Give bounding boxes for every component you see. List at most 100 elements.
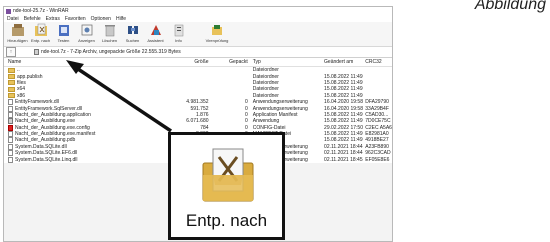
info-button[interactable]: Info xyxy=(167,23,190,43)
file-crc32: C2EC A5A6 xyxy=(365,124,392,131)
file-type: Application Manifest xyxy=(252,111,298,118)
column-modified[interactable]: Geändert am xyxy=(324,59,363,65)
info-icon xyxy=(174,24,183,37)
window-title: nde-tool-25.7z - WinRAR xyxy=(13,8,69,14)
file-modified: 02.11.2021 18:44 xyxy=(324,150,363,157)
file-modified: 15.08.2022 11:49 xyxy=(324,131,363,138)
test-button[interactable]: Testen xyxy=(52,23,75,43)
find-button[interactable]: Suchen xyxy=(121,23,144,43)
file-name-cell: Nacht_der_Ausbildung.exe xyxy=(4,118,167,125)
file-name: files xyxy=(17,79,26,86)
file-size: 4.981.352 xyxy=(186,99,209,106)
column-crc32[interactable]: CRC32 xyxy=(363,59,392,65)
file-packed: 0 xyxy=(244,99,248,106)
file-name: Nacht_der_Ausbildung.exe xyxy=(15,118,76,125)
file-name: Nacht_der_Ausbildung.exe.config xyxy=(15,124,90,131)
wizard-icon xyxy=(150,25,161,35)
file-row[interactable]: Nacht_der_Ausbildung.exe 6.071.680 0 Anwend… xyxy=(4,118,392,125)
view-button[interactable]: Anzeigen xyxy=(75,23,98,43)
file-name-cell: .. xyxy=(4,67,167,73)
wizard-button[interactable]: Assistent xyxy=(144,23,167,43)
file-icon xyxy=(8,131,13,138)
file-name: EntityFramework.SqlServer.dll xyxy=(15,105,82,112)
folder-icon xyxy=(8,93,15,99)
file-icon xyxy=(8,150,13,157)
extract-to-icon-large xyxy=(202,148,254,202)
file-crc32: 7D0CE75C xyxy=(365,118,391,125)
file-packed: 0 xyxy=(244,111,248,118)
file-name-cell: System.Data.SQLite.dll xyxy=(4,143,167,150)
file-name-cell: x64 xyxy=(4,86,167,92)
menu-item-file[interactable]: Datei xyxy=(7,16,19,22)
column-type[interactable]: Typ xyxy=(248,59,324,65)
virus-scan-button[interactable]: Virenprüfung xyxy=(202,23,232,43)
file-row[interactable]: Nacht_der_Ausbildung.application 1.876 0 Ap… xyxy=(4,111,392,119)
file-name: Nacht_der_Ausbildung.application xyxy=(15,111,91,118)
file-row[interactable]: EntityFramework.SqlServer.dll 591.752 0 Anw… xyxy=(4,105,392,112)
file-modified: 16.04.2020 19:58 xyxy=(324,99,363,106)
title-bar: nde-tool-25.7z - WinRAR xyxy=(4,7,392,15)
add-archive-icon xyxy=(11,24,24,36)
menu-item-commands[interactable]: Befehle xyxy=(24,16,41,22)
folder-icon xyxy=(8,74,15,80)
file-type: Dateiordner xyxy=(252,79,279,86)
file-crc32: 33A29B4F xyxy=(365,105,389,112)
file-crc32: 962C3CAD xyxy=(365,150,391,157)
menu-item-favorites[interactable]: Favoriten xyxy=(65,16,86,22)
app-icon xyxy=(6,8,11,14)
delete-icon xyxy=(104,25,115,37)
figure-caption: Abbildung xyxy=(474,0,546,13)
virus-scan-icon xyxy=(212,25,222,35)
address-bar: ↑ nde-tool.7z - 7-Zip Archiv, ungepackte… xyxy=(4,47,392,58)
file-type: Dateiordner xyxy=(252,86,279,93)
delete-button[interactable]: Löschen xyxy=(98,23,121,43)
file-modified: 29.02.2022 17:50 xyxy=(324,124,363,131)
up-folder-button[interactable]: ↑ xyxy=(6,47,16,57)
file-name-cell: Nacht_der_Ausbildung.application xyxy=(4,111,167,118)
file-type: Dateiordner xyxy=(252,73,279,80)
find-icon xyxy=(127,26,138,34)
file-modified: 15.08.2022 11:49 xyxy=(324,137,363,144)
file-packed: 0 xyxy=(244,105,248,112)
menu-item-tools[interactable]: Extras xyxy=(46,16,60,22)
file-type: Dateiordner xyxy=(252,92,279,99)
column-size[interactable]: Größe xyxy=(167,59,208,65)
file-icon xyxy=(8,137,13,144)
file-name-cell: System.Data.SQLite.Linq.dll xyxy=(4,156,167,163)
file-icon xyxy=(8,124,13,131)
file-type: Anwendungserweiterung xyxy=(252,99,308,106)
file-name: System.Data.SQLite.EF6.dll xyxy=(15,150,78,157)
file-modified: 15.08.2022 11:49 xyxy=(324,118,363,125)
file-crc32: A23FB890 xyxy=(365,143,389,150)
menu-bar: Datei Befehle Extras Favoriten Optionen … xyxy=(4,15,392,22)
file-crc32: E82981A0 xyxy=(365,131,389,138)
file-row[interactable]: EntityFramework.dll 4.981.352 0 Anwendungse… xyxy=(4,98,392,106)
add-button[interactable]: Hinzufügen xyxy=(6,23,29,43)
file-crc32: C5AD30... xyxy=(365,111,389,118)
toolbar: Hinzufügen Entp. nach Testen Anzeigen Lö… xyxy=(4,22,392,47)
file-name: Nacht_der_Ausbildung.exe.manifest xyxy=(15,131,96,138)
folder-icon xyxy=(8,86,15,92)
file-name: System.Data.SQLite.Linq.dll xyxy=(15,156,78,163)
column-name[interactable]: Name xyxy=(4,59,167,65)
menu-item-options[interactable]: Optionen xyxy=(91,16,111,22)
file-icon xyxy=(8,156,13,163)
file-packed: 0 xyxy=(244,118,248,125)
file-name-cell: EntityFramework.dll xyxy=(4,99,167,106)
file-crc32: DFA29790 xyxy=(365,99,389,106)
file-row[interactable]: Nacht_der_Ausbildung.exe.config 784 0 CONFI… xyxy=(4,124,392,131)
file-list-header: Name Größe Gepackt Typ Geändert am CRC32 xyxy=(4,58,392,67)
file-modified: 15.08.2022 11:49 xyxy=(324,111,363,118)
file-modified: 16.04.2020 19:58 xyxy=(324,105,363,112)
menu-item-help[interactable]: Hilfe xyxy=(116,16,126,22)
file-icon xyxy=(8,118,13,125)
extract-to-button[interactable]: Entp. nach xyxy=(29,23,52,43)
file-size: 591.752 xyxy=(190,105,209,112)
folder-icon xyxy=(8,67,15,73)
view-icon xyxy=(81,24,92,36)
file-name: Nacht_der_Ausbildung.pdb xyxy=(15,137,76,144)
file-name: app.publish xyxy=(17,73,43,80)
extract-to-icon xyxy=(34,23,47,36)
column-packed[interactable]: Gepackt xyxy=(209,59,248,65)
archive-icon xyxy=(34,49,39,55)
